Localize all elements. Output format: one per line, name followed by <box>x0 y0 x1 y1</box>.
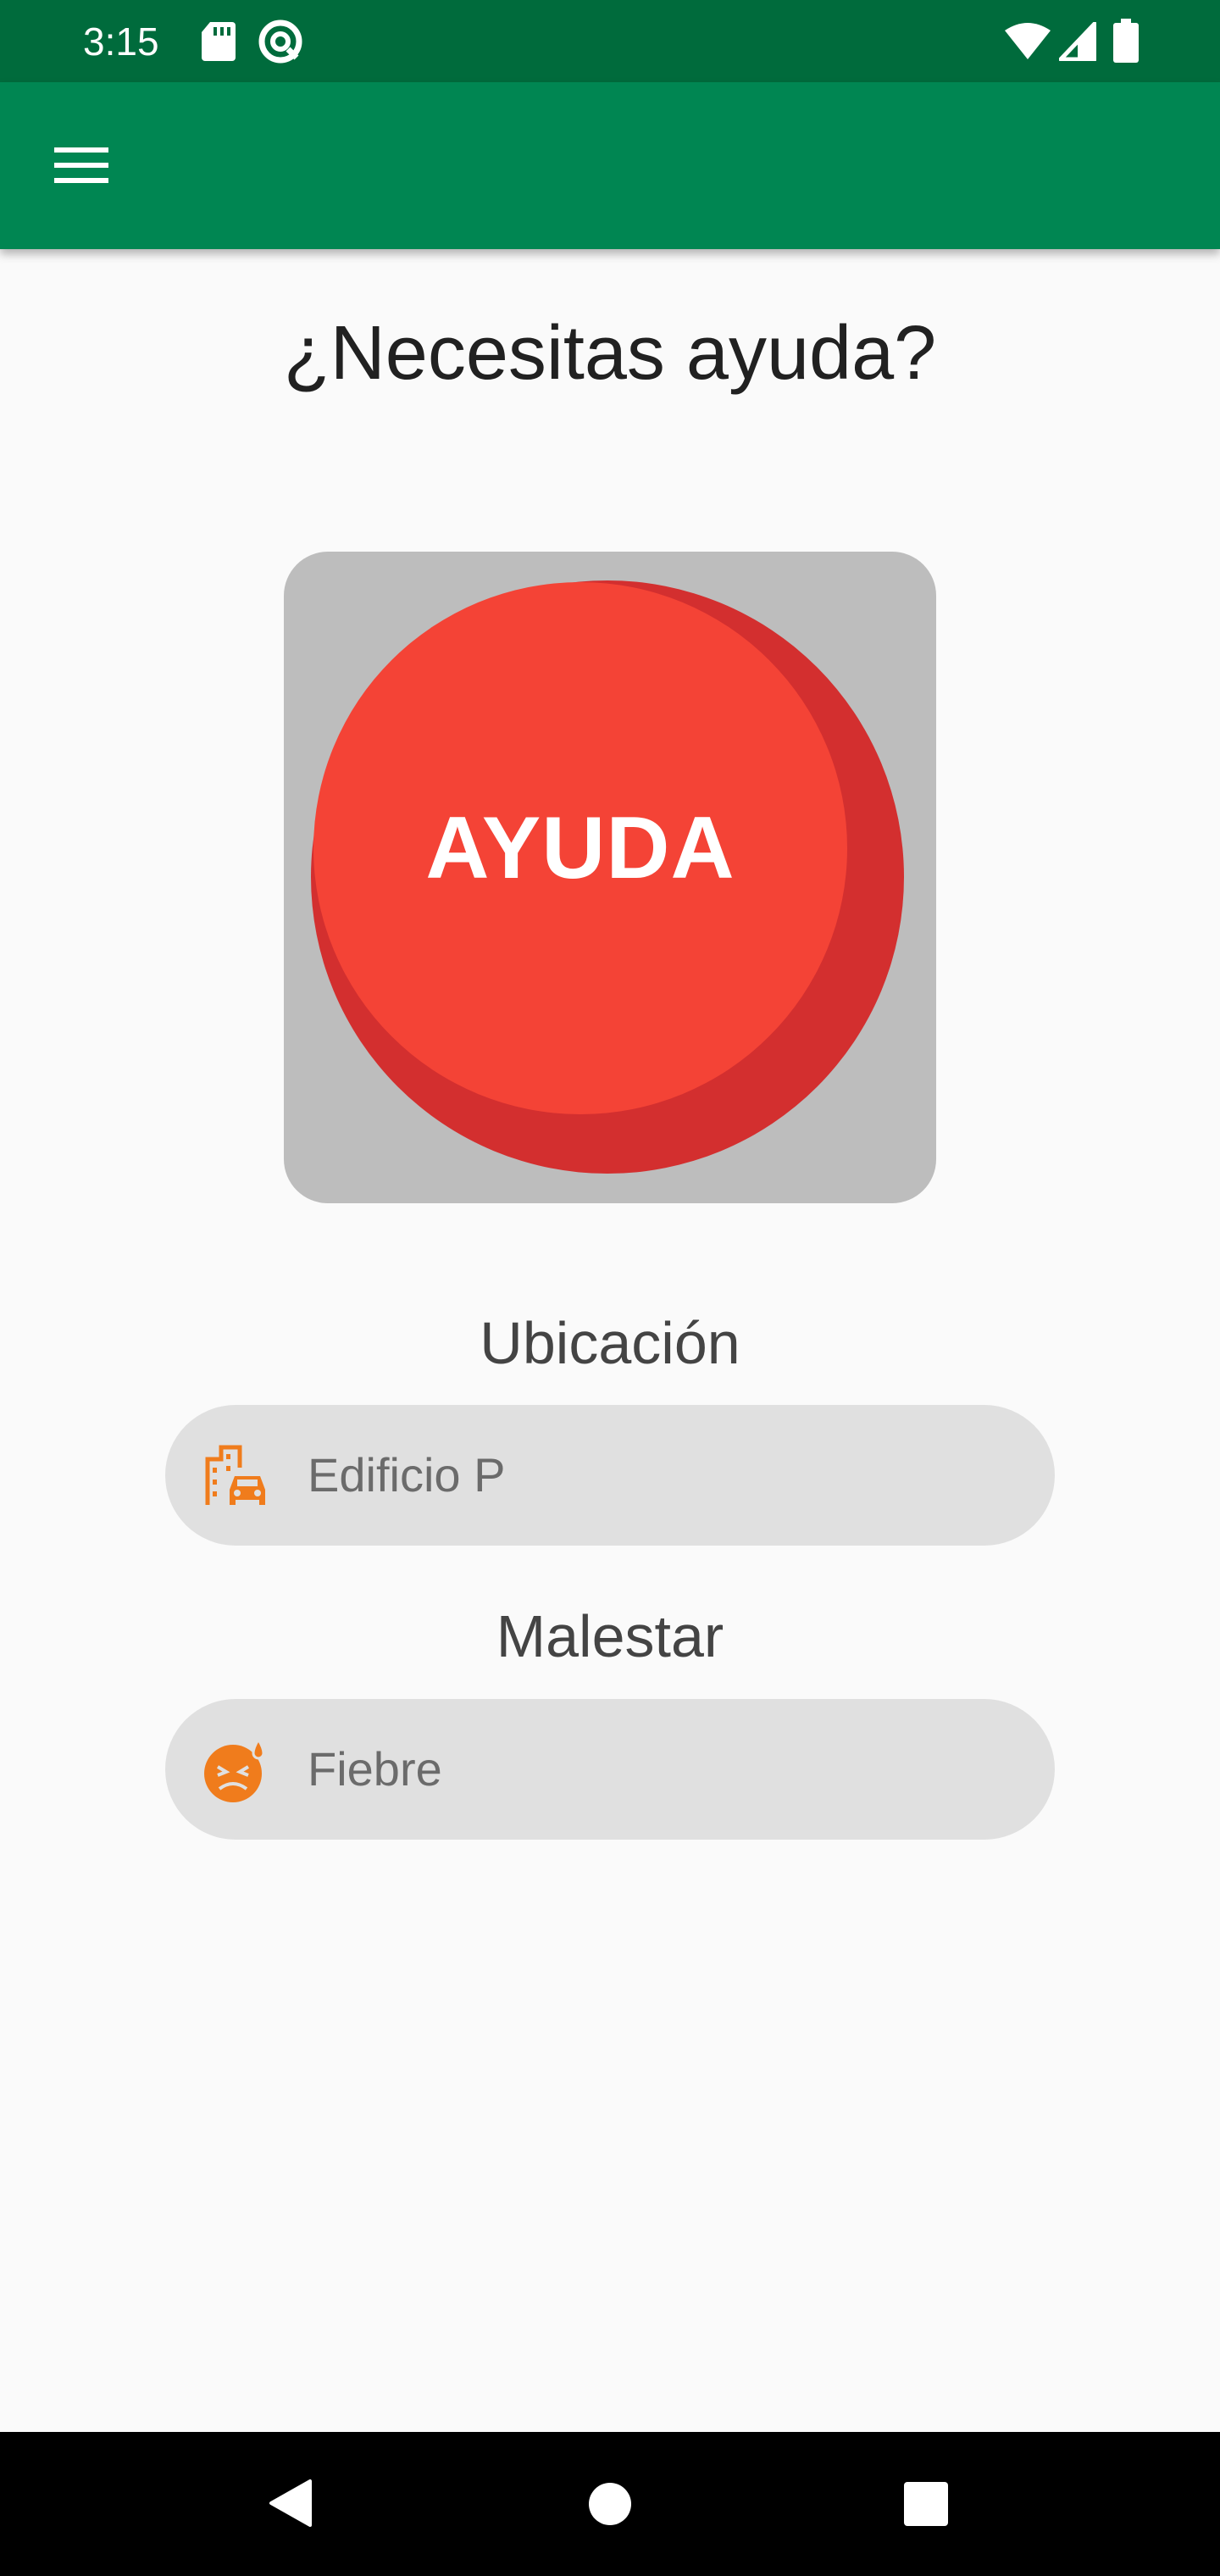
location-value: Edificio P <box>308 1448 506 1502</box>
app-bar <box>0 82 1220 249</box>
help-button-label: AYUDA <box>425 798 735 897</box>
help-button[interactable]: AYUDA <box>311 580 904 1174</box>
location-field[interactable]: Edificio P <box>165 1405 1055 1546</box>
battery-icon <box>1113 19 1139 63</box>
page-title: ¿Necesitas ayuda? <box>283 311 937 396</box>
building-car-icon <box>205 1445 265 1505</box>
ailment-label: Malestar <box>496 1603 724 1669</box>
signal-icon <box>1059 22 1096 61</box>
at-sign-icon <box>258 19 302 64</box>
navigation-bar <box>0 2432 1220 2576</box>
back-icon[interactable] <box>266 2478 317 2529</box>
home-icon[interactable] <box>587 2481 633 2527</box>
status-bar: 3:15 <box>0 0 1220 82</box>
recents-icon[interactable] <box>903 2481 949 2527</box>
menu-button[interactable] <box>39 126 124 204</box>
sd-card-icon <box>202 22 236 61</box>
wifi-icon <box>1005 23 1051 59</box>
ailment-field[interactable]: Fiebre <box>165 1699 1055 1840</box>
hamburger-menu-icon <box>54 147 108 183</box>
location-label: Ubicación <box>480 1310 740 1376</box>
sick-face-icon <box>204 1737 265 1802</box>
ailment-value: Fiebre <box>308 1742 442 1796</box>
status-time: 3:15 <box>83 19 159 64</box>
